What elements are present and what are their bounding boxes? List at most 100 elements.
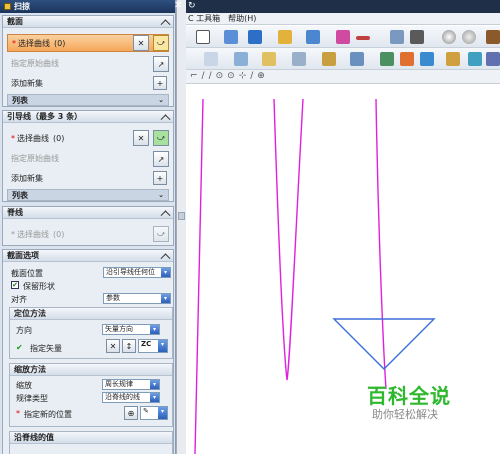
guide-curve-middle [273, 98, 304, 381]
list-label: 列表 [12, 95, 28, 105]
point-type-icon: ✎ [143, 407, 149, 415]
trim-icon[interactable] [380, 52, 394, 66]
scale-label: 缩放 [16, 381, 32, 390]
select-curve-icon[interactable]: ⤻ [153, 226, 169, 242]
display-icon[interactable] [248, 30, 262, 44]
hole-icon[interactable] [322, 52, 336, 66]
menu-toolbox[interactable]: C 工具箱 [188, 13, 220, 24]
add-new-label: 添加新集 [11, 173, 43, 183]
graphics-canvas[interactable] [186, 84, 500, 454]
subsection-title: 定位方法 [14, 309, 46, 318]
direction-select[interactable]: 矢量方向 ▾ [102, 324, 160, 335]
datum-icon[interactable] [292, 52, 306, 66]
material-icon[interactable] [462, 30, 476, 44]
check-icon: ✔ [16, 343, 23, 352]
line-style-icon[interactable] [356, 36, 370, 40]
pattern-icon[interactable] [468, 52, 482, 66]
print-icon[interactable] [390, 30, 404, 44]
curve-rule-icon[interactable]: ✕ [133, 35, 149, 51]
boolean-icon[interactable] [350, 52, 364, 66]
window-topbar: ↻ ✕ [174, 0, 500, 13]
chevron-down-icon: ▾ [161, 268, 170, 277]
select-curve-icon[interactable]: ⤻ [153, 130, 169, 146]
origin-curve-icon[interactable]: ↗ [153, 56, 169, 72]
section-title: 截面 [7, 17, 23, 26]
add-new-icon[interactable]: + [153, 171, 167, 185]
restore-icon[interactable]: ↻ [188, 1, 196, 11]
close-icon[interactable]: ✕ [174, 0, 182, 11]
chevron-down-icon: ⌄ [158, 191, 164, 199]
law-value: 沿脊线的线 [105, 393, 140, 401]
position-select[interactable]: 沿引导线任何位 ▾ [103, 267, 171, 278]
blend-icon[interactable] [400, 52, 414, 66]
sphere-icon[interactable] [442, 30, 456, 44]
collapse-icon[interactable] [160, 253, 171, 264]
view-box-icon[interactable] [196, 30, 210, 44]
mirror-icon[interactable] [486, 52, 500, 66]
shell-icon[interactable] [446, 52, 460, 66]
direction-label: 方向 [16, 326, 32, 335]
section-guides: 引导线（最多 3 条） * 选择曲线 (0) ✕ ⤻ 指定原始曲线 ↗ 添加新集… [2, 110, 174, 202]
list-bar[interactable]: 列表 ⌄ [7, 189, 169, 201]
shading-icon[interactable] [410, 30, 424, 44]
origin-curve-row[interactable]: 指定原始曲线 [7, 149, 169, 167]
required-icon: * [11, 229, 15, 239]
select-filter-icon[interactable] [278, 30, 292, 44]
list-bar[interactable]: 列表 ⌄ [7, 94, 169, 106]
section-profile: 截面 * 选择曲线 (0) ✕ ⤻ 指定原始曲线 ↗ 添加新集 + 列表 ⌄ [2, 15, 174, 107]
align-label: 对齐 [11, 295, 27, 304]
chevron-down-icon: ▾ [158, 407, 167, 419]
scale-header[interactable]: 缩放方法 [10, 364, 172, 376]
revolve-icon[interactable] [262, 52, 276, 66]
scale-select[interactable]: 周长规律 ▾ [102, 379, 160, 390]
chevron-down-icon: ▾ [161, 294, 170, 303]
origin-curve-icon[interactable]: ↗ [153, 151, 169, 167]
dialog-scrollbar[interactable] [176, 0, 186, 454]
menu-help[interactable]: 帮助(H) [228, 13, 256, 24]
select-curve-row[interactable]: * 选择曲线 (0) [7, 225, 169, 243]
section-title: 引导线（最多 3 条） [7, 112, 83, 121]
extrude-icon[interactable] [234, 52, 248, 66]
reverse-direction-icon[interactable]: ↕ [122, 339, 136, 353]
sweep-geometry [194, 98, 436, 454]
origin-curve-row[interactable]: 指定原始曲线 [7, 54, 169, 72]
collapse-icon[interactable] [160, 19, 171, 30]
toolbar-row-2 [186, 48, 500, 70]
layer-icon[interactable] [336, 30, 350, 44]
keep-shape-checkbox[interactable]: ✔ [11, 281, 19, 289]
snap-points-icons[interactable]: ⌐∕∕⊙⊙⊹∕⊕ [190, 71, 269, 81]
watermark-subtitle: 助你轻松解决 [372, 408, 438, 421]
curve-rule-icon[interactable]: ✕ [133, 130, 149, 146]
spine-value-subsection: 沿脊线的值 [9, 431, 173, 454]
align-select[interactable]: 参数 ▾ [103, 293, 171, 304]
chevron-down-icon: ▾ [158, 340, 167, 352]
point-dialog-icon[interactable]: ⊕ [124, 406, 138, 420]
watermark-title: 百科全说 [367, 384, 451, 408]
snap-icon[interactable] [306, 30, 320, 44]
sketch-icon[interactable] [204, 52, 218, 66]
spine-value-header[interactable]: 沿脊线的值 [10, 432, 172, 444]
point-type-select[interactable]: ✎ ▾ [140, 406, 168, 420]
select-count: (0) [53, 133, 65, 143]
section-spine-header[interactable]: 脊线 [3, 207, 173, 221]
section-options-header[interactable]: 截面选项 [3, 250, 173, 264]
add-new-row[interactable]: 添加新集 [7, 169, 169, 187]
add-new-icon[interactable]: + [153, 76, 167, 90]
section-guides-header[interactable]: 引导线（最多 3 条） [3, 111, 173, 125]
law-select[interactable]: 沿脊线的线 ▾ [102, 392, 160, 403]
chamfer-icon[interactable] [420, 52, 434, 66]
orient-header[interactable]: 定位方法 [10, 308, 172, 320]
texture-icon[interactable] [486, 30, 500, 44]
collapse-icon[interactable] [160, 210, 171, 221]
vector-dialog-icon[interactable]: ✕ [106, 339, 120, 353]
scroll-thumb[interactable] [178, 212, 185, 220]
render-icon[interactable] [224, 30, 238, 44]
collapse-icon[interactable] [160, 114, 171, 125]
select-curve-icon[interactable]: ⤻ [153, 35, 169, 51]
vector-type-select[interactable]: ZC ▾ [138, 339, 168, 353]
add-new-row[interactable]: 添加新集 [7, 74, 169, 92]
select-count: (0) [53, 229, 65, 239]
section-options: 截面选项 截面位置 沿引导线任何位 ▾ ✔ 保留形状 对齐 参数 ▾ 定位方法 方向… [2, 249, 174, 454]
section-profile-header[interactable]: 截面 [3, 16, 173, 30]
chevron-down-icon: ▾ [150, 325, 159, 334]
